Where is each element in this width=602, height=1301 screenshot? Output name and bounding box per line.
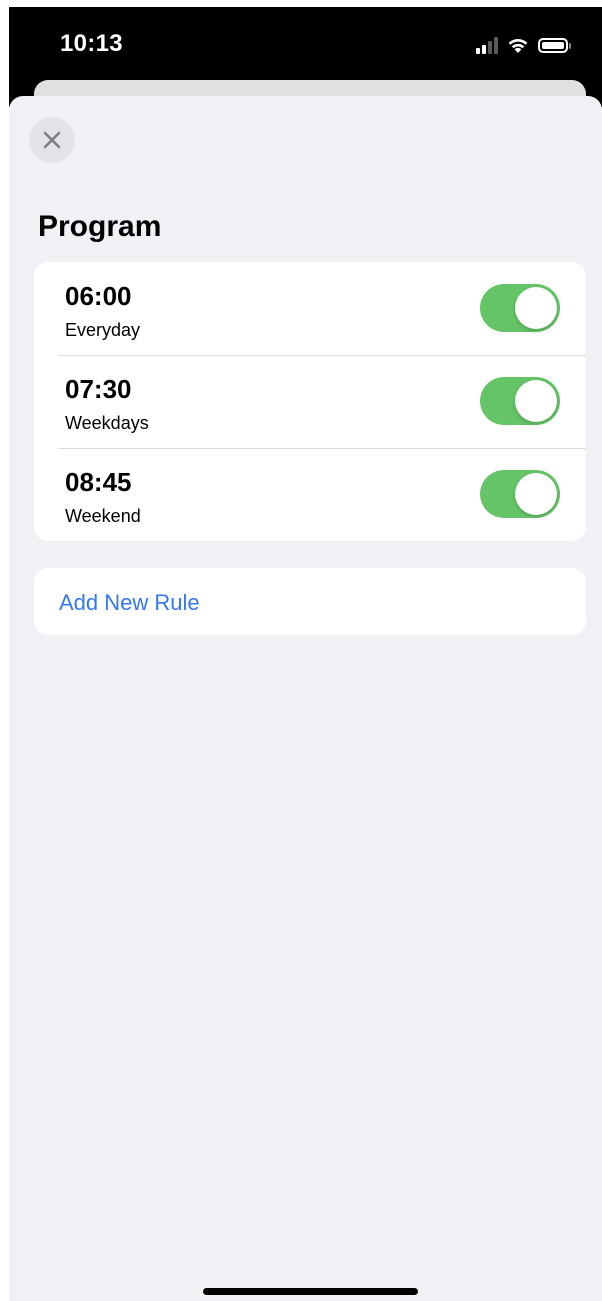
toggle-knob [515,380,557,422]
rule-days: Weekend [65,506,141,526]
page-title: Program [38,210,162,243]
toggle-knob [515,287,557,329]
rule-days: Weekdays [65,413,149,433]
rule-toggle[interactable] [480,470,560,518]
close-icon [43,131,61,149]
status-icons [476,34,571,56]
battery-icon [538,37,571,53]
add-new-rule-button[interactable]: Add New Rule [34,568,586,635]
rule-time: 08:45 [65,467,132,497]
wifi-icon [508,38,528,53]
rule-time: 06:00 [65,281,132,311]
rule-toggle[interactable] [480,377,560,425]
signal-icon [476,36,498,54]
rule-time: 07:30 [65,374,132,404]
rule-row[interactable]: 08:45 Weekend [34,448,586,541]
rule-days: Everyday [65,320,141,340]
rule-toggle[interactable] [480,284,560,332]
status-time: 10:13 [60,30,123,57]
toggle-knob [515,473,557,515]
rules-list: 06:00 Everyday 07:30 Weekdays 08:45 Week… [34,262,586,541]
rule-row[interactable]: 07:30 Weekdays [34,355,586,448]
home-indicator [203,1288,418,1295]
rule-row[interactable]: 06:00 Everyday [34,262,586,355]
screen: 10:13 Program 06:00 Everyday 07:30 Weekd… [0,0,602,1301]
add-new-rule-label: Add New Rule [59,590,200,615]
close-button[interactable] [29,117,75,163]
